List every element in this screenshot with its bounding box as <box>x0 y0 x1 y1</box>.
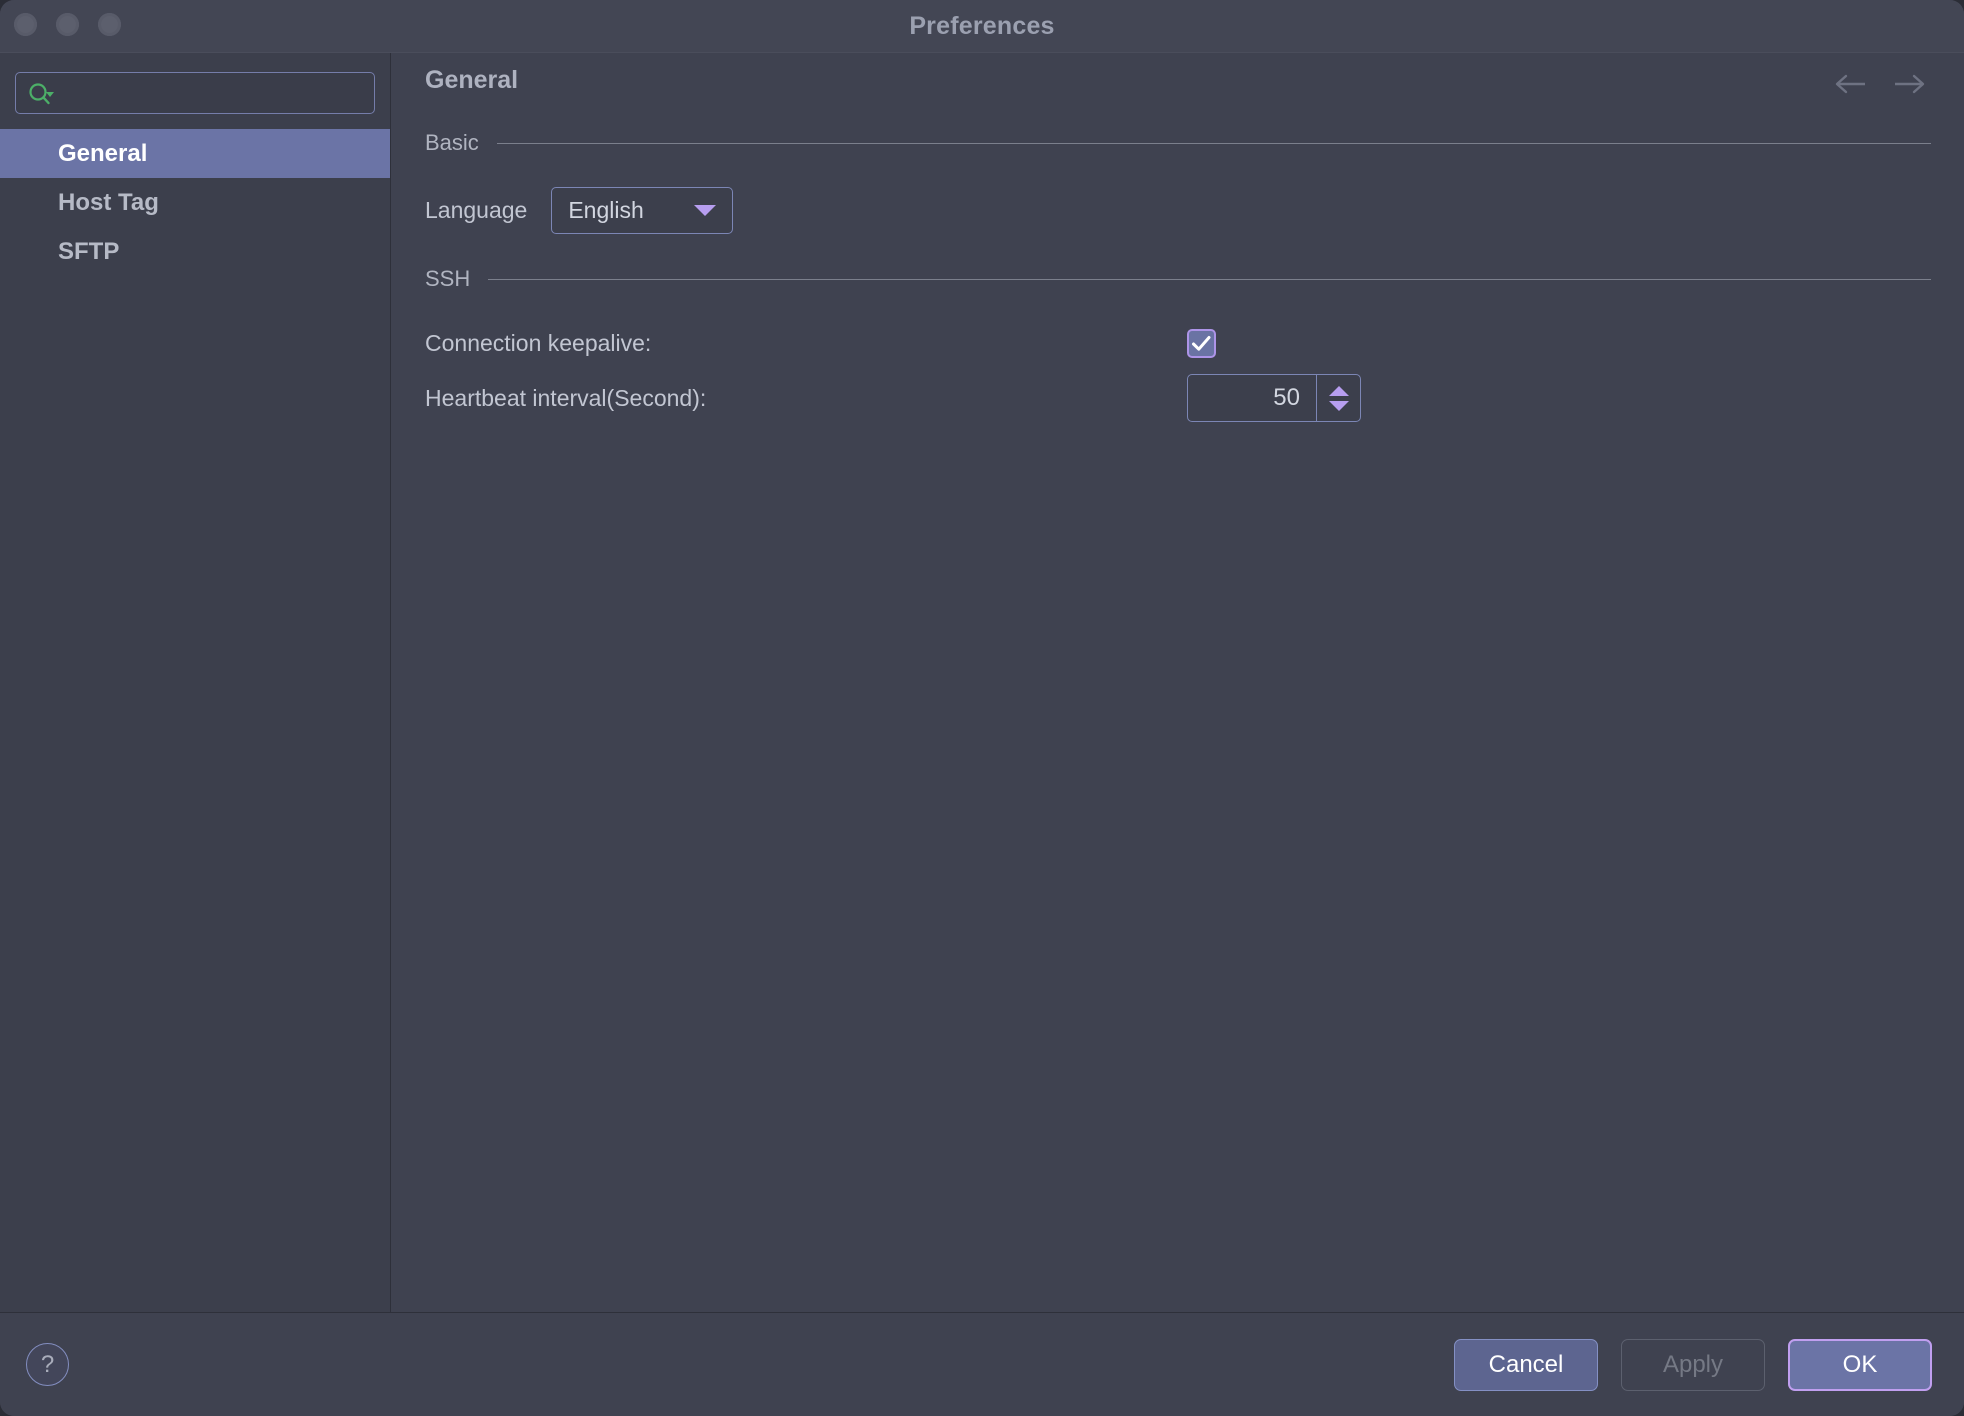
history-nav <box>1832 69 1928 99</box>
window-title: Preferences <box>909 12 1055 40</box>
sidebar-item-host-tag[interactable]: Host Tag <box>0 178 390 227</box>
section-basic-label: Basic <box>425 130 479 155</box>
connection-keepalive-label: Connection keepalive: <box>425 329 652 356</box>
section-ssh: SSH <box>425 266 1931 292</box>
stepper-buttons <box>1316 375 1360 421</box>
search-box[interactable] <box>15 72 375 115</box>
stepper-down-icon[interactable] <box>1328 400 1349 411</box>
field-heartbeat-interval: Heartbeat interval(Second): 50 <box>425 374 1361 422</box>
search-container <box>15 72 375 115</box>
sidebar-item-general[interactable]: General <box>0 129 390 178</box>
sidebar-item-sftp[interactable]: SFTP <box>0 227 390 276</box>
heartbeat-interval-input[interactable]: 50 <box>1188 375 1316 421</box>
help-icon: ? <box>40 1350 55 1378</box>
main-header: General <box>392 53 1964 110</box>
ok-button-label: OK <box>1842 1351 1878 1378</box>
language-select-value: English <box>568 196 644 223</box>
section-ssh-label: SSH <box>425 266 471 291</box>
preferences-window: Preferences General Host Tag SFTP Genera… <box>0 0 1964 1416</box>
preferences-sidebar: General Host Tag SFTP <box>0 53 391 1312</box>
heartbeat-interval-label: Heartbeat interval(Second): <box>425 384 707 411</box>
preferences-main-panel: General Basic Language English SSH Conne… <box>392 53 1964 1312</box>
help-button[interactable]: ? <box>26 1343 69 1386</box>
heartbeat-interval-stepper[interactable]: 50 <box>1187 374 1361 422</box>
dialog-footer: ? Cancel Apply OK <box>0 1312 1964 1416</box>
forward-arrow-icon[interactable] <box>1892 69 1928 99</box>
dialog-action-buttons: Cancel Apply OK <box>1454 1339 1932 1391</box>
back-arrow-icon[interactable] <box>1832 69 1868 99</box>
section-basic: Basic <box>425 130 1931 156</box>
cancel-button-label: Cancel <box>1488 1351 1564 1378</box>
page-title: General <box>425 66 519 94</box>
sidebar-item-label: SFTP <box>58 238 120 265</box>
ok-button[interactable]: OK <box>1788 1339 1932 1391</box>
cancel-button[interactable]: Cancel <box>1454 1339 1598 1391</box>
section-divider <box>496 142 1931 144</box>
chevron-down-icon[interactable] <box>694 205 717 216</box>
language-label: Language <box>425 196 528 223</box>
window-titlebar: Preferences <box>0 0 1964 53</box>
stepper-up-icon[interactable] <box>1328 385 1349 396</box>
field-connection-keepalive: Connection keepalive: <box>425 321 1216 365</box>
apply-button-label: Apply <box>1662 1351 1724 1378</box>
connection-keepalive-checkbox[interactable] <box>1187 328 1216 358</box>
search-input[interactable] <box>64 73 366 115</box>
sidebar-item-label: General <box>58 140 148 167</box>
sidebar-item-label: Host Tag <box>58 189 159 216</box>
sidebar-nav-list: General Host Tag SFTP <box>0 129 390 276</box>
checkmark-icon <box>1192 335 1211 351</box>
search-icon[interactable] <box>28 82 56 106</box>
apply-button: Apply <box>1621 1339 1765 1391</box>
language-select[interactable]: English <box>551 186 734 234</box>
field-language: Language English <box>425 186 734 234</box>
section-divider <box>488 278 1931 280</box>
